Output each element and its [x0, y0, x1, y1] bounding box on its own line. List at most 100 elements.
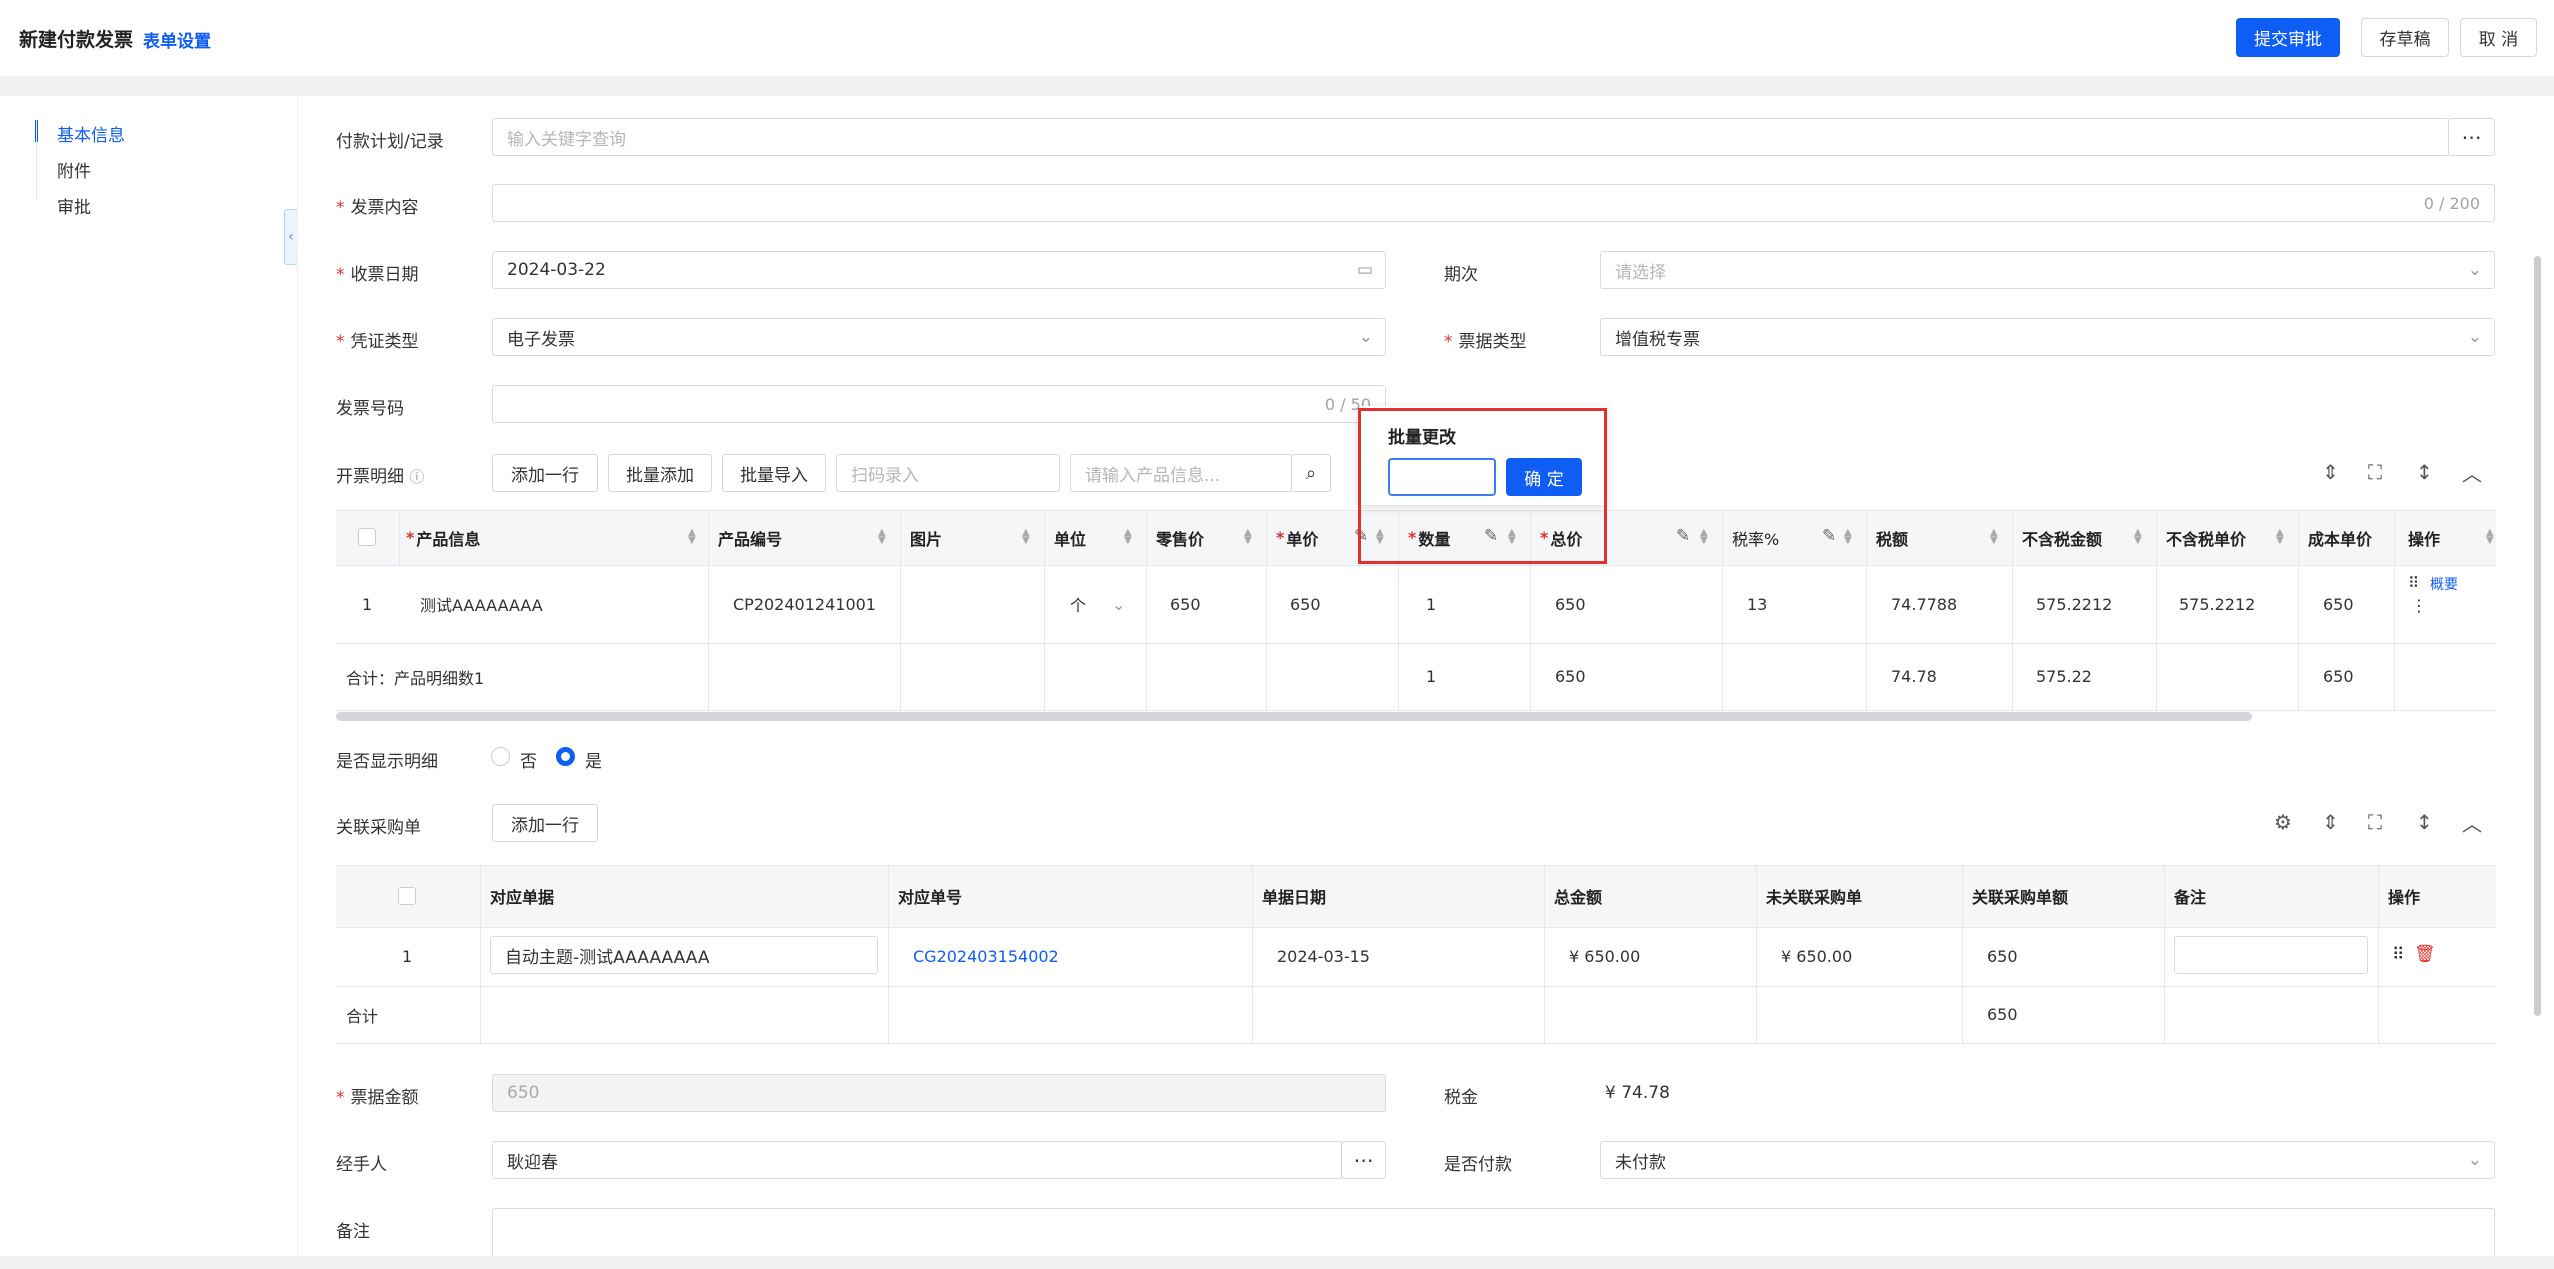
col-unit-price: * 单价: [1276, 528, 1319, 549]
row-retail[interactable]: 650: [1170, 565, 1201, 643]
chevron-down-icon: ⌄: [2467, 260, 2482, 280]
detail-sum-label: 合计：产品明细数1: [346, 668, 485, 688]
edit-icon[interactable]: ✎: [1676, 526, 1690, 546]
page-title: 新建付款发票: [19, 29, 134, 51]
vertical-scrollbar[interactable]: [2534, 256, 2541, 1016]
select-all-checkbox[interactable]: [358, 528, 376, 546]
anchor-approval[interactable]: 审批: [57, 193, 91, 218]
delete-icon[interactable]: 🗑: [2414, 944, 2436, 964]
sort-icon[interactable]: ▲ ▼: [1990, 528, 1998, 546]
purchase-sum-label: 合计: [346, 1006, 379, 1026]
chevron-up-icon[interactable]: ︿: [2462, 458, 2482, 487]
chevron-up-icon[interactable]: ︿: [2462, 808, 2482, 837]
search-icon[interactable]: ⌕: [1291, 454, 1331, 492]
sort-icon[interactable]: ▲ ▼: [688, 528, 696, 546]
drag-handle-icon[interactable]: ⠿: [2392, 945, 2404, 965]
col-cost: 成本单价: [2308, 529, 2373, 549]
date-picker[interactable]: 2024-03-22 ▭: [492, 251, 1386, 289]
sort-icon[interactable]: ▲ ▼: [878, 528, 886, 546]
more-icon[interactable]: ⋯: [2448, 118, 2495, 156]
expand-icon[interactable]: ↕: [2416, 460, 2433, 484]
summary-link[interactable]: 概要: [2430, 574, 2458, 594]
handler-input[interactable]: 耿迎春: [492, 1141, 1342, 1179]
voucher-type-select[interactable]: 电子发票 ⌄: [492, 318, 1386, 356]
sort-icon[interactable]: ▲ ▼: [2486, 528, 2494, 546]
col-operation: 操作: [2388, 888, 2421, 907]
row-height-icon[interactable]: ⇕: [2322, 460, 2339, 484]
more-vertical-icon[interactable]: ⋮: [2411, 596, 2427, 615]
purchase-label: 关联采购单: [336, 818, 421, 838]
invoice-content-input[interactable]: 0 / 200: [492, 184, 2495, 222]
radio-no[interactable]: [491, 747, 510, 766]
row-unit[interactable]: 个 ⌄: [1070, 565, 1125, 643]
more-icon[interactable]: ⋯: [1341, 1141, 1386, 1179]
chevron-down-icon: ⌄: [2467, 327, 2482, 347]
radio-yes[interactable]: [556, 747, 575, 766]
purchase-select-all-checkbox[interactable]: [398, 887, 416, 905]
sort-icon[interactable]: ▲ ▼: [1124, 528, 1132, 546]
sort-icon[interactable]: ▲ ▼: [1244, 528, 1252, 546]
purchase-table-header: [336, 865, 2496, 927]
batch-import-button[interactable]: 批量导入: [722, 454, 826, 492]
ticket-type-select[interactable]: 增值税专票 ⌄: [1600, 318, 2495, 356]
sort-icon[interactable]: ▲ ▼: [1844, 528, 1852, 546]
detail-add-row-button[interactable]: 添加一行: [492, 454, 598, 492]
cancel-button[interactable]: 取 消: [2460, 18, 2537, 57]
sort-icon[interactable]: ▲ ▼: [2276, 528, 2284, 546]
chevron-down-icon: ⌄: [2467, 1150, 2482, 1170]
scan-input[interactable]: 扫码录入: [836, 454, 1060, 492]
purchase-remark-input[interactable]: [2174, 936, 2368, 974]
row-total[interactable]: 650: [1555, 565, 1586, 643]
anchor-basic-info[interactable]: 基本信息: [57, 121, 125, 146]
voucher-label: * 凭证类型: [336, 332, 419, 352]
col-retail-price: 零售价: [1156, 529, 1205, 549]
batch-add-button[interactable]: 批量添加: [608, 454, 712, 492]
row-price[interactable]: 650: [1290, 565, 1321, 643]
expand-icon[interactable]: ↕: [2416, 810, 2433, 834]
sum-ex-amount: 575.22: [2036, 667, 2092, 686]
amount-label: * 票据金额: [336, 1088, 419, 1108]
sort-icon[interactable]: ▲ ▼: [1700, 528, 1708, 546]
paid-select[interactable]: 未付款 ⌄: [1600, 1141, 2495, 1179]
fullscreen-icon[interactable]: ⛶: [2368, 810, 2382, 834]
row-tax-rate[interactable]: 13: [1747, 565, 1767, 643]
amount-input: 650: [492, 1074, 1386, 1112]
row-product[interactable]: 测试AAAAAAAA: [420, 565, 543, 643]
submit-approval-button[interactable]: 提交审批: [2236, 18, 2340, 57]
purchase-linked: 650: [1987, 947, 2018, 966]
row-ex-price: 575.2212: [2179, 594, 2256, 614]
show-detail-label: 是否显示明细: [336, 752, 438, 772]
fullscreen-icon[interactable]: ⛶: [2368, 460, 2382, 484]
col-doc: 对应单据: [490, 888, 555, 907]
collapse-toggle[interactable]: ‹: [284, 209, 298, 265]
row-height-icon[interactable]: ⇕: [2322, 810, 2339, 834]
anchor-line: [36, 120, 37, 200]
sort-icon[interactable]: ▲ ▼: [1022, 528, 1030, 546]
remark-textarea[interactable]: [492, 1208, 2495, 1256]
period-select[interactable]: 请选择 ⌄: [1600, 251, 2495, 289]
radio-yes-label: 是: [585, 752, 602, 772]
drag-handle-icon[interactable]: ⠿: [2408, 574, 2419, 592]
gear-icon[interactable]: ⚙: [2274, 810, 2292, 834]
edit-icon[interactable]: ✎: [1822, 526, 1836, 546]
horizontal-scrollbar[interactable]: [336, 712, 2252, 721]
col-operation: 操作: [2408, 529, 2441, 549]
invoice-no-input[interactable]: 0 / 50: [492, 385, 1386, 423]
plan-search-input[interactable]: 输入关键字查询: [492, 118, 2450, 156]
remark-label: 备注: [336, 1222, 370, 1242]
purchase-no-link[interactable]: CG202403154002: [913, 927, 1059, 986]
purchase-doc-input[interactable]: 自动主题-测试AAAAAAAA: [490, 936, 878, 974]
sum-total: 650: [1555, 667, 1586, 686]
row-qty[interactable]: 1: [1426, 565, 1436, 643]
purchase-sum-linked: 650: [1987, 1005, 2018, 1024]
page-header: 新建付款发票 表单设置 提交审批 存草稿 取 消: [0, 0, 2554, 76]
col-remark: 备注: [2174, 888, 2207, 907]
purchase-add-row-button[interactable]: 添加一行: [492, 804, 598, 842]
anchor-attachments[interactable]: 附件: [57, 157, 91, 182]
purchase-row-index: 1: [402, 947, 413, 966]
form-settings-link[interactable]: 表单设置: [143, 27, 211, 52]
save-draft-button[interactable]: 存草稿: [2361, 18, 2449, 57]
product-search-input[interactable]: 请输入产品信息...: [1070, 454, 1292, 492]
detail-label: 开票明细 ⓘ: [336, 467, 425, 487]
sort-icon[interactable]: ▲ ▼: [2134, 528, 2142, 546]
